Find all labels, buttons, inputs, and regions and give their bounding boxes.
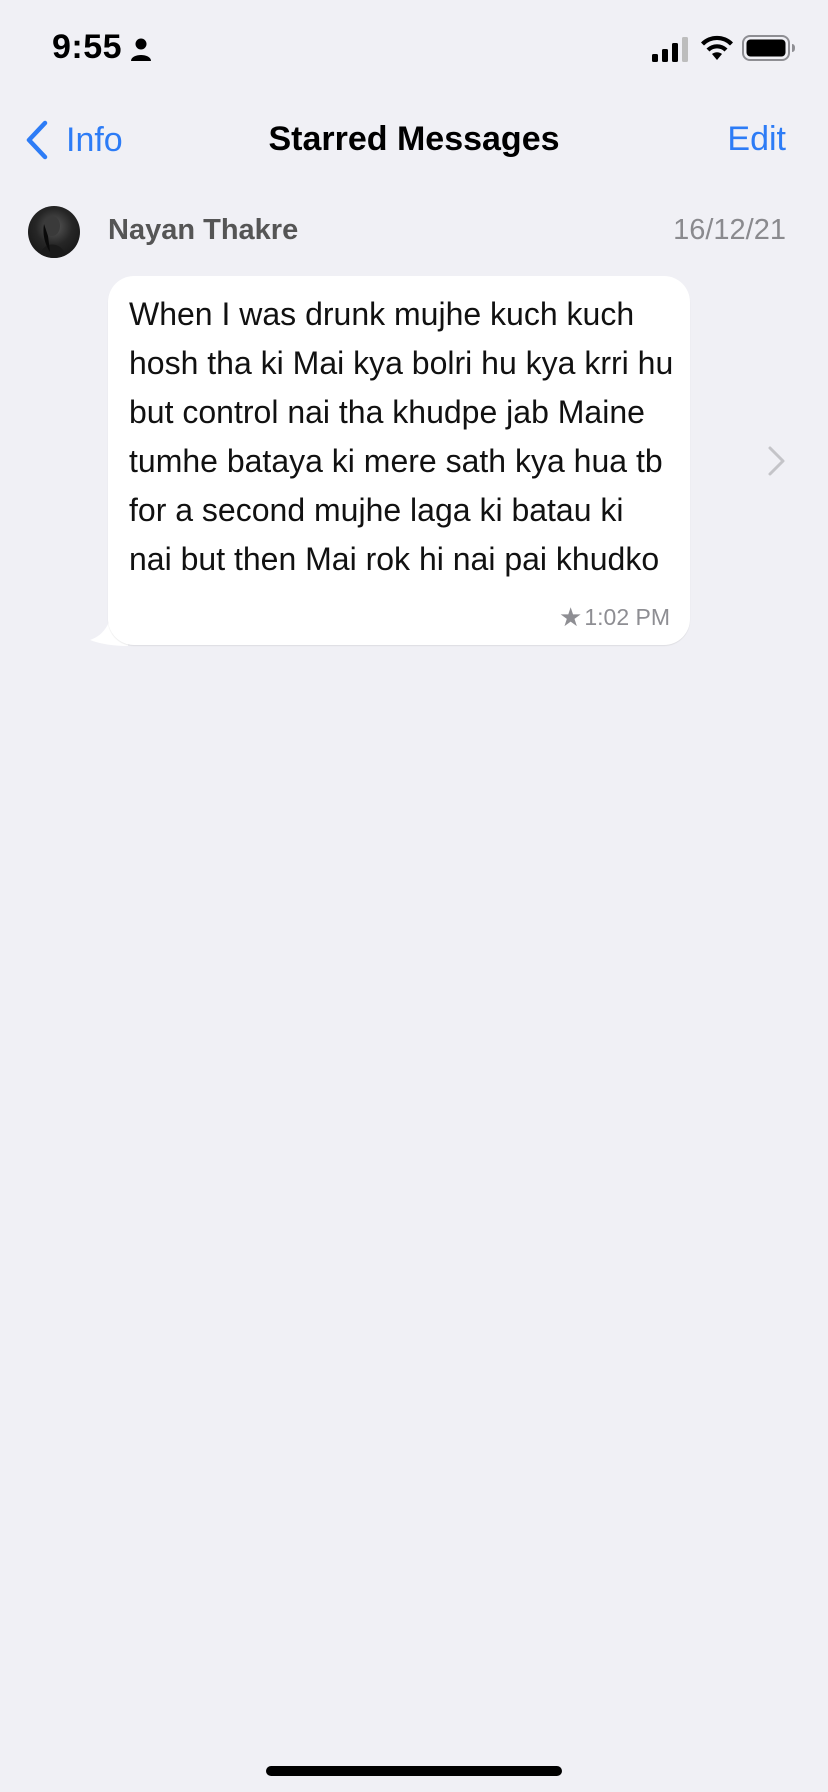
nav-bar: Info Starred Messages Edit	[0, 100, 828, 180]
wifi-icon	[701, 35, 733, 60]
avatar[interactable]	[28, 206, 80, 258]
status-bar: 9:55	[0, 0, 828, 100]
message-bubble[interactable]: When I was drunk mujhe kuch kuch hosh th…	[108, 276, 690, 645]
person-icon	[131, 38, 151, 61]
message-text: When I was drunk mujhe kuch kuch hosh th…	[129, 296, 674, 577]
edit-button[interactable]: Edit	[727, 120, 786, 159]
cellular-signal-icon	[652, 37, 688, 62]
message-meta: ★ 1:02 PM	[559, 602, 670, 633]
star-icon: ★	[559, 602, 583, 632]
message-date: 16/12/21	[673, 214, 786, 246]
page-title: Starred Messages	[268, 120, 560, 158]
home-indicator[interactable]	[266, 1766, 562, 1776]
message-time: 1:02 PM	[584, 604, 670, 630]
sender-name: Nayan Thakre	[108, 214, 299, 246]
starred-message-row[interactable]: Nayan Thakre 16/12/21 When I was drunk m…	[0, 200, 828, 660]
chevron-right-icon[interactable]	[766, 444, 788, 478]
status-time: 9:55	[52, 28, 123, 66]
battery-icon	[742, 35, 795, 61]
profile-photo	[40, 216, 66, 258]
